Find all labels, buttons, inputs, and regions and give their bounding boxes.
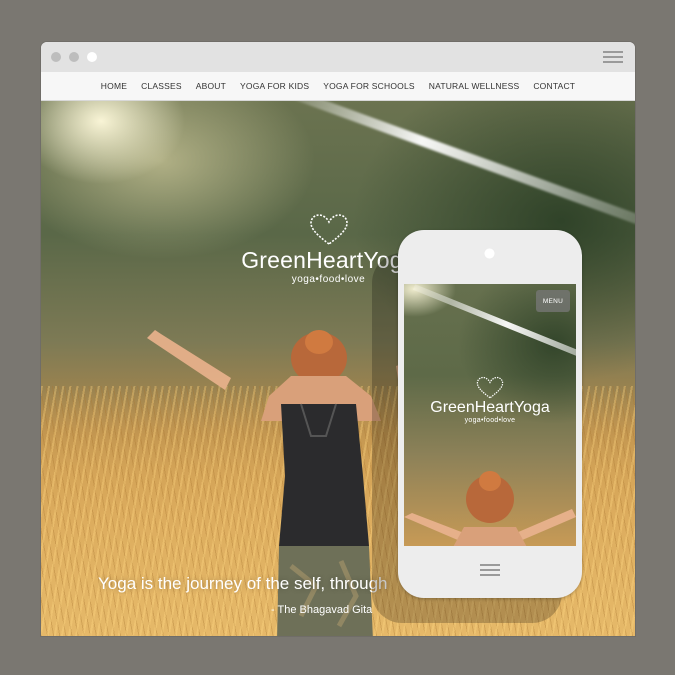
- phone-logo-title: GreenHeartYoga: [430, 399, 550, 416]
- phone-woman-figure: [404, 471, 576, 546]
- nav-natural-wellness[interactable]: NATURAL WELLNESS: [422, 81, 527, 91]
- nav-classes[interactable]: CLASSES: [134, 81, 189, 91]
- heart-icon: [309, 214, 348, 246]
- hero-quote: Yoga is the journey of the self, through: [98, 574, 388, 593]
- quote-author: - The Bhagavad Gita: [271, 604, 373, 616]
- nav-yoga-for-kids[interactable]: YOGA FOR KIDS: [233, 81, 316, 91]
- phone-site-logo[interactable]: GreenHeartYoga yoga•food•love: [424, 376, 556, 424]
- window-dot-maximize[interactable]: [87, 52, 97, 62]
- mobile-menu-button[interactable]: MENU: [536, 290, 570, 312]
- window-dot-minimize[interactable]: [69, 52, 79, 62]
- main-nav: HOME CLASSES ABOUT YOGA FOR KIDS YOGA FO…: [41, 72, 635, 101]
- sun-ray: [269, 101, 635, 228]
- hamburger-icon[interactable]: [603, 51, 623, 63]
- hamburger-icon[interactable]: [480, 564, 500, 576]
- window-dot-close[interactable]: [51, 52, 61, 62]
- nav-contact[interactable]: CONTACT: [526, 81, 582, 91]
- phone-screen: MENU GreenHeartYoga yoga•food•love: [404, 284, 576, 546]
- nav-home[interactable]: HOME: [94, 81, 134, 91]
- nav-yoga-for-schools[interactable]: YOGA FOR SCHOOLS: [316, 81, 422, 91]
- heart-icon: [476, 376, 504, 399]
- browser-chrome: [41, 42, 635, 72]
- nav-about[interactable]: ABOUT: [189, 81, 233, 91]
- phone-logo-tagline: yoga•food•love: [464, 417, 516, 424]
- phone-camera: [484, 248, 495, 259]
- phone-mockup: MENU GreenHeartYoga yoga•food•love: [398, 230, 582, 598]
